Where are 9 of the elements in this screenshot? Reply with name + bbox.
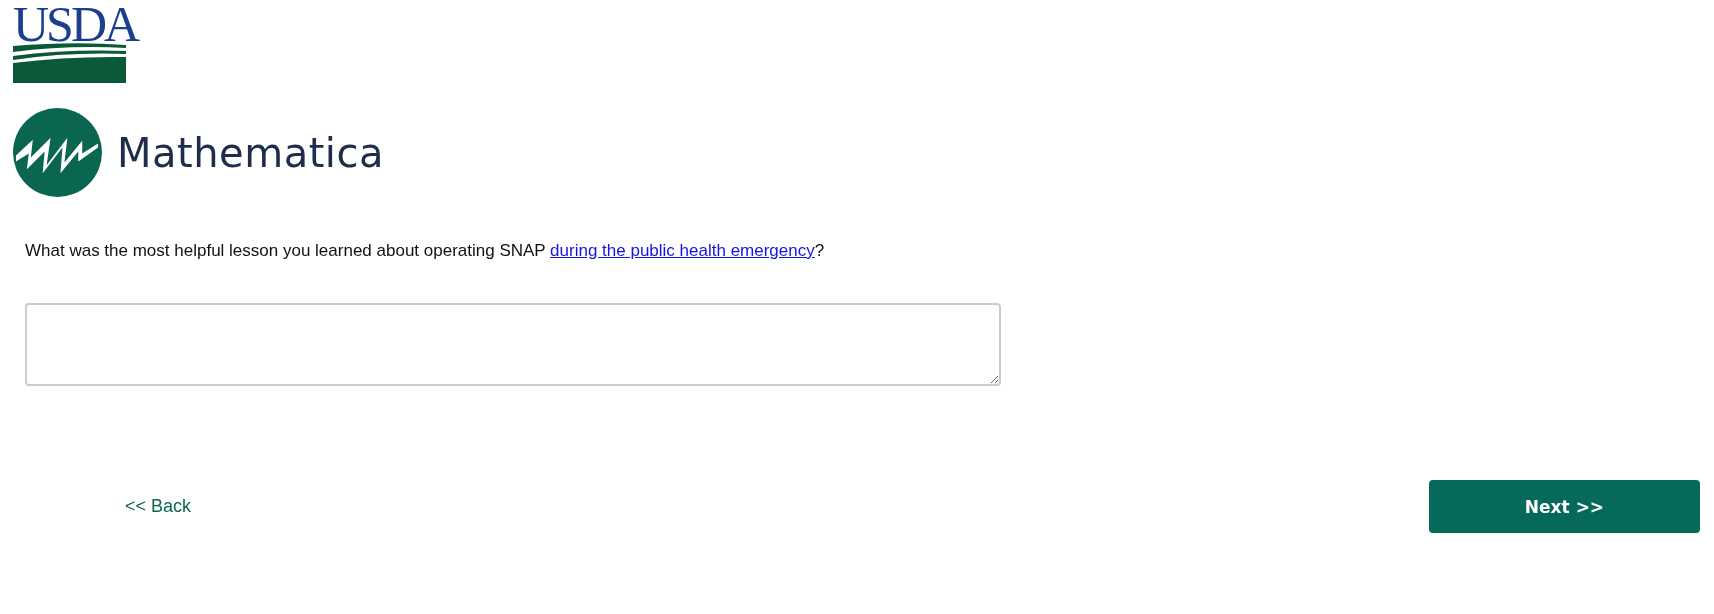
back-link[interactable]: << Back [125,496,192,517]
usda-logo-text: USDA [13,5,138,43]
question-text: What was the most helpful lesson you learned about operating SNAP during the public health emergency? [25,241,826,261]
field-stripes-icon [13,43,126,83]
next-button[interactable]: Next >> [1429,480,1700,533]
answer-field[interactable] [25,303,1001,386]
question-link[interactable]: during the public health emergency [550,241,815,260]
wave-circle-icon [13,108,102,197]
mathematica-logo-text: Mathematica [117,129,384,176]
